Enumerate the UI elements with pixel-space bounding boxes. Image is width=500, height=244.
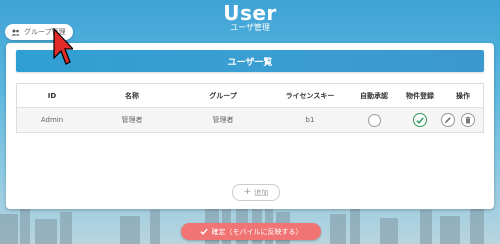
- cell-auto-approve: [351, 108, 397, 132]
- column-header-actions: 操作: [456, 91, 470, 100]
- column-header-name: 名称: [125, 91, 139, 100]
- table-header-row: ID 名称 グループ ライセンスキー 自動承認 物件登録 操作: [17, 84, 483, 108]
- cell-actions: [423, 108, 483, 132]
- confirm-button-label: 確定（モバイルに反映する）: [211, 227, 303, 236]
- mouse-pointer-icon: [53, 28, 73, 65]
- plus-icon: +: [243, 187, 252, 197]
- confirm-button[interactable]: 確定（モバイルに反映する）: [181, 223, 321, 240]
- user-list-card: ユーザ一覧 ID 名称 グループ ライセンスキー 自動承認 物件登録 操作 Ad…: [6, 43, 494, 209]
- add-user-label: 追加: [254, 188, 269, 197]
- cell-id: Admin: [40, 116, 64, 124]
- column-header-property-registration: 物件登録: [406, 91, 434, 100]
- cell-name: 管理者: [121, 116, 143, 124]
- auto-approve-radio[interactable]: [367, 113, 381, 127]
- card-title: ユーザ一覧: [16, 50, 484, 72]
- column-header-group: グループ: [209, 91, 237, 100]
- column-header-auto-approve: 自動承認: [360, 91, 388, 100]
- delete-button[interactable]: [461, 113, 475, 127]
- check-icon: [199, 228, 208, 235]
- table-row: Admin 管理者 管理者 b1: [17, 108, 483, 132]
- cell-group: 管理者: [212, 116, 234, 124]
- page-header: User ユーザ管理: [0, 0, 500, 32]
- add-user-button[interactable]: + 追加: [232, 184, 280, 201]
- trash-icon: [465, 116, 471, 124]
- page-subtitle: ユーザ管理: [230, 23, 270, 32]
- pencil-icon: [445, 117, 451, 123]
- edit-button[interactable]: [441, 113, 455, 127]
- column-header-license: ライセンスキー: [285, 91, 335, 100]
- page-title: User: [223, 1, 277, 25]
- people-icon: [11, 29, 20, 36]
- user-table: ID 名称 グループ ライセンスキー 自動承認 物件登録 操作 Admin 管理…: [16, 83, 484, 133]
- cell-license: b1: [305, 116, 315, 124]
- column-header-id: ID: [47, 91, 57, 100]
